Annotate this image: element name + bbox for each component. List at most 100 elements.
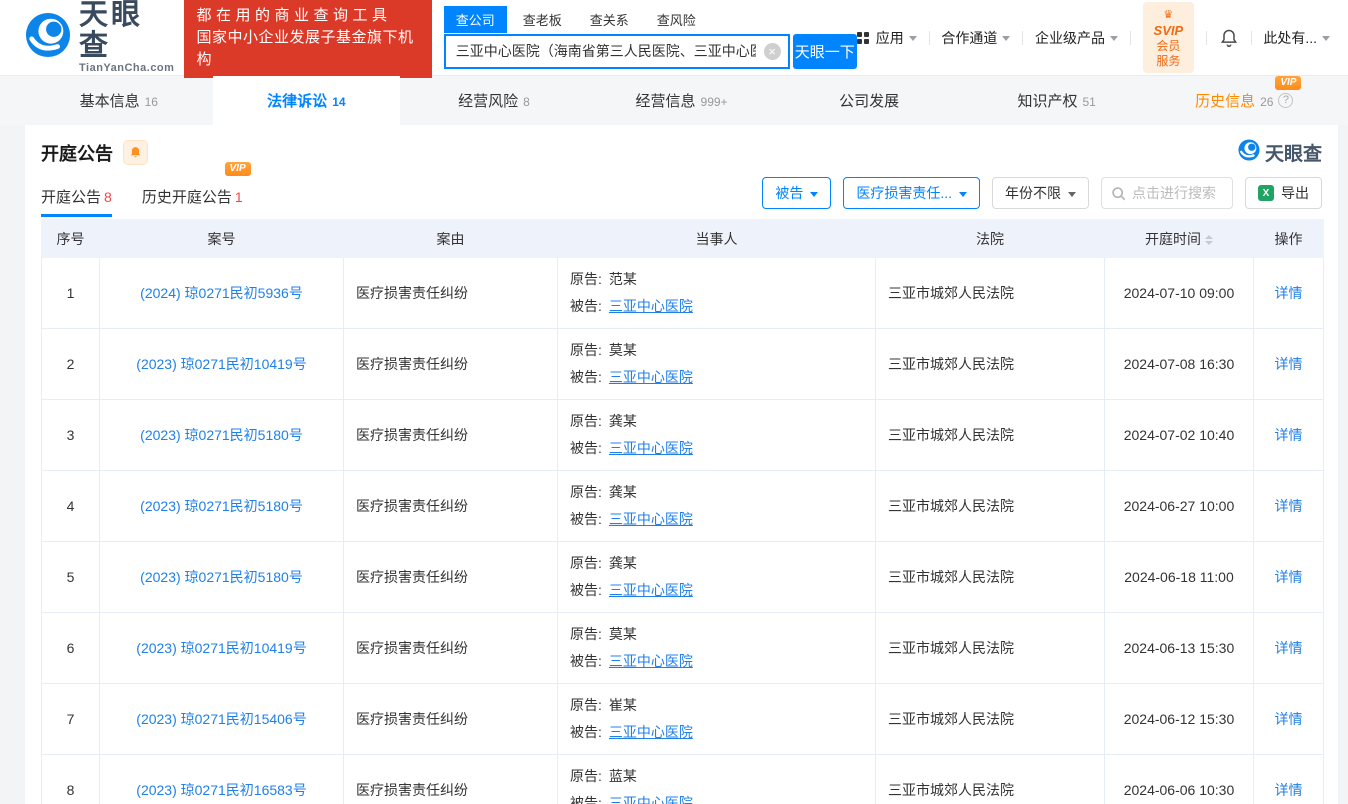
table-header-row: 序号 案号 案由 当事人 法院 开庭时间 操作 [41,219,1324,258]
menu-apps[interactable]: 应用 [856,28,917,48]
defendant-link[interactable]: 三亚中心医院 [609,369,693,385]
company-search-input[interactable] [443,33,790,69]
case-number-link[interactable]: (2023) 琼0271民初5180号 [140,427,303,443]
plaintiff-line: 原告: 龚某 [570,550,863,577]
plaintiff-label: 原告: [570,484,602,500]
hearing-time-cell: 2024-06-18 11:00 [1104,541,1254,613]
defendant-link[interactable]: 三亚中心医院 [609,795,693,804]
slogan-line2: 国家中小企业发展子基金旗下机构 [196,28,414,68]
parties-cell: 原告: 蓝某 被告: 三亚中心医院 [557,754,876,804]
case-number-link[interactable]: (2024) 琼0271民初5936号 [140,285,303,301]
detail-link[interactable]: 详情 [1275,640,1303,656]
row-number-cell: 1 [41,257,100,329]
detail-link[interactable]: 详情 [1275,711,1303,727]
table-search-box[interactable]: 点击进行搜索 [1101,177,1233,209]
plaintiff-line: 原告: 蓝某 [570,763,863,790]
nav-tab-count: 26 [1260,95,1274,109]
plaintiff-name: 莫某 [608,342,637,358]
divider [1130,30,1131,45]
defendant-link[interactable]: 三亚中心医院 [609,298,693,314]
defendant-label: 被告: [570,298,602,314]
action-cell: 详情 [1253,257,1324,329]
clear-search-icon[interactable]: × [763,42,781,60]
defendant-link[interactable]: 三亚中心医院 [609,653,693,669]
menu-cooperation[interactable]: 合作通道 [941,28,1011,48]
export-button[interactable]: X 导出 [1245,177,1322,209]
menu-more[interactable]: 此处有... [1263,28,1331,48]
nav-tab-法律诉讼[interactable]: 法律诉讼 14 [212,76,401,125]
detail-link[interactable]: 详情 [1275,569,1303,585]
case-number-link[interactable]: (2023) 琼0271民初5180号 [140,569,303,585]
crown-icon: ♛ [1163,9,1174,21]
logo-title: 天眼查 [79,0,144,62]
filter-cause-dropdown[interactable]: 医疗损害责任... [843,177,980,209]
nav-tab-基本信息[interactable]: 基本信息 16 [25,76,213,125]
search-tab-查公司[interactable]: 查公司 [443,5,507,33]
case-number-link[interactable]: (2023) 琼0271民初16583号 [136,782,306,798]
subtab-历史开庭公告[interactable]: 历史开庭公告 1 VIP [142,162,251,217]
nav-tab-count: 14 [332,95,346,109]
defendant-label: 被告: [570,582,602,598]
case-number-link[interactable]: (2023) 琼0271民初5180号 [140,498,303,514]
defendant-link[interactable]: 三亚中心医院 [609,440,693,456]
nav-tab-label: 知识产权 [1017,93,1078,110]
subscribe-bell-icon[interactable] [123,140,148,165]
court-cell: 三亚市城郊人民法院 [875,754,1105,804]
defendant-line: 被告: 三亚中心医院 [570,293,863,320]
hearing-time-cell: 2024-07-08 16:30 [1104,328,1254,400]
case-number-link[interactable]: (2023) 琼0271民初10419号 [136,640,306,656]
defendant-label: 被告: [570,724,602,740]
case-number-link[interactable]: (2023) 琼0271民初15406号 [136,711,306,727]
parties-cell: 原告: 龚某被告: 三亚中心医院 [557,541,876,613]
nav-tab-历史信息[interactable]: 历史信息 26 VIP? [1150,76,1338,125]
case-cause-cell: 医疗损害责任纠纷 [343,754,558,804]
chevron-down-icon [1322,36,1331,41]
case-number-link[interactable]: (2023) 琼0271民初10419号 [136,356,306,372]
sort-icon[interactable] [1205,234,1213,245]
subtab-开庭公告[interactable]: 开庭公告 8 [41,176,112,217]
nav-tab-经营风险[interactable]: 经营风险 8 [400,76,588,125]
defendant-label: 被告: [570,369,602,385]
nav-tab-知识产权[interactable]: 知识产权 51 [963,76,1151,125]
nav-tab-label: 历史信息 [1195,93,1256,110]
plaintiff-label: 原告: [570,626,602,642]
plaintiff-name: 龚某 [608,413,637,429]
nav-tab-公司发展[interactable]: 公司发展 [775,76,963,125]
hearing-announcements-table: 序号 案号 案由 当事人 法院 开庭时间 操作 1 (2024) 琼0271民初5936号 医疗… [41,219,1324,804]
divider [1206,30,1207,45]
notification-bell-icon[interactable] [1219,28,1239,48]
case-cause-cell: 医疗损害责任纠纷 [343,257,558,329]
defendant-link[interactable]: 三亚中心医院 [609,511,693,527]
nav-tab-count: 16 [144,95,158,109]
svip-member-badge[interactable]: ♛ SVIP 会员服务 [1142,2,1195,73]
defendant-link[interactable]: 三亚中心医院 [609,582,693,598]
search-submit-button[interactable]: 天眼一下 [792,33,857,69]
defendant-link[interactable]: 三亚中心医院 [609,724,693,740]
tianyancha-logo[interactable]: 天眼查 TianYanCha.com [25,0,174,74]
detail-link[interactable]: 详情 [1275,356,1303,372]
search-tab-查风险[interactable]: 查风险 [657,6,696,33]
plaintiff-line: 原告: 莫某 [570,621,863,648]
detail-link[interactable]: 详情 [1275,285,1303,301]
search-tab-查关系[interactable]: 查关系 [590,6,629,33]
filter-role-dropdown[interactable]: 被告 [762,177,832,209]
menu-enterprise-products[interactable]: 企业级产品 [1035,28,1119,48]
table-row: 8 (2023) 琼0271民初16583号 医疗损害责任纠纷 原告: 蓝某 被告: 三亚中… [41,754,1324,804]
detail-link[interactable]: 详情 [1275,498,1303,514]
filter-year-dropdown[interactable]: 年份不限 [992,177,1089,209]
excel-icon: X [1258,185,1274,201]
chevron-down-icon [810,191,819,197]
plaintiff-name: 龚某 [608,484,637,500]
plaintiff-line: 原告: 崔某 [570,692,863,719]
section-header: 开庭公告 天眼查 [25,125,1338,168]
plaintiff-label: 原告: [570,768,602,784]
search-tab-查老板[interactable]: 查老板 [523,6,562,33]
nav-tab-经营信息[interactable]: 经营信息 999+ [588,76,776,125]
row-number-cell: 3 [41,399,100,471]
case-number-cell: (2023) 琼0271民初5180号 [99,399,344,471]
detail-link[interactable]: 详情 [1275,782,1303,798]
chevron-down-icon [1002,36,1011,41]
vip-badge: VIP [224,162,251,176]
detail-link[interactable]: 详情 [1275,427,1303,443]
subtab-count: 8 [104,189,112,205]
